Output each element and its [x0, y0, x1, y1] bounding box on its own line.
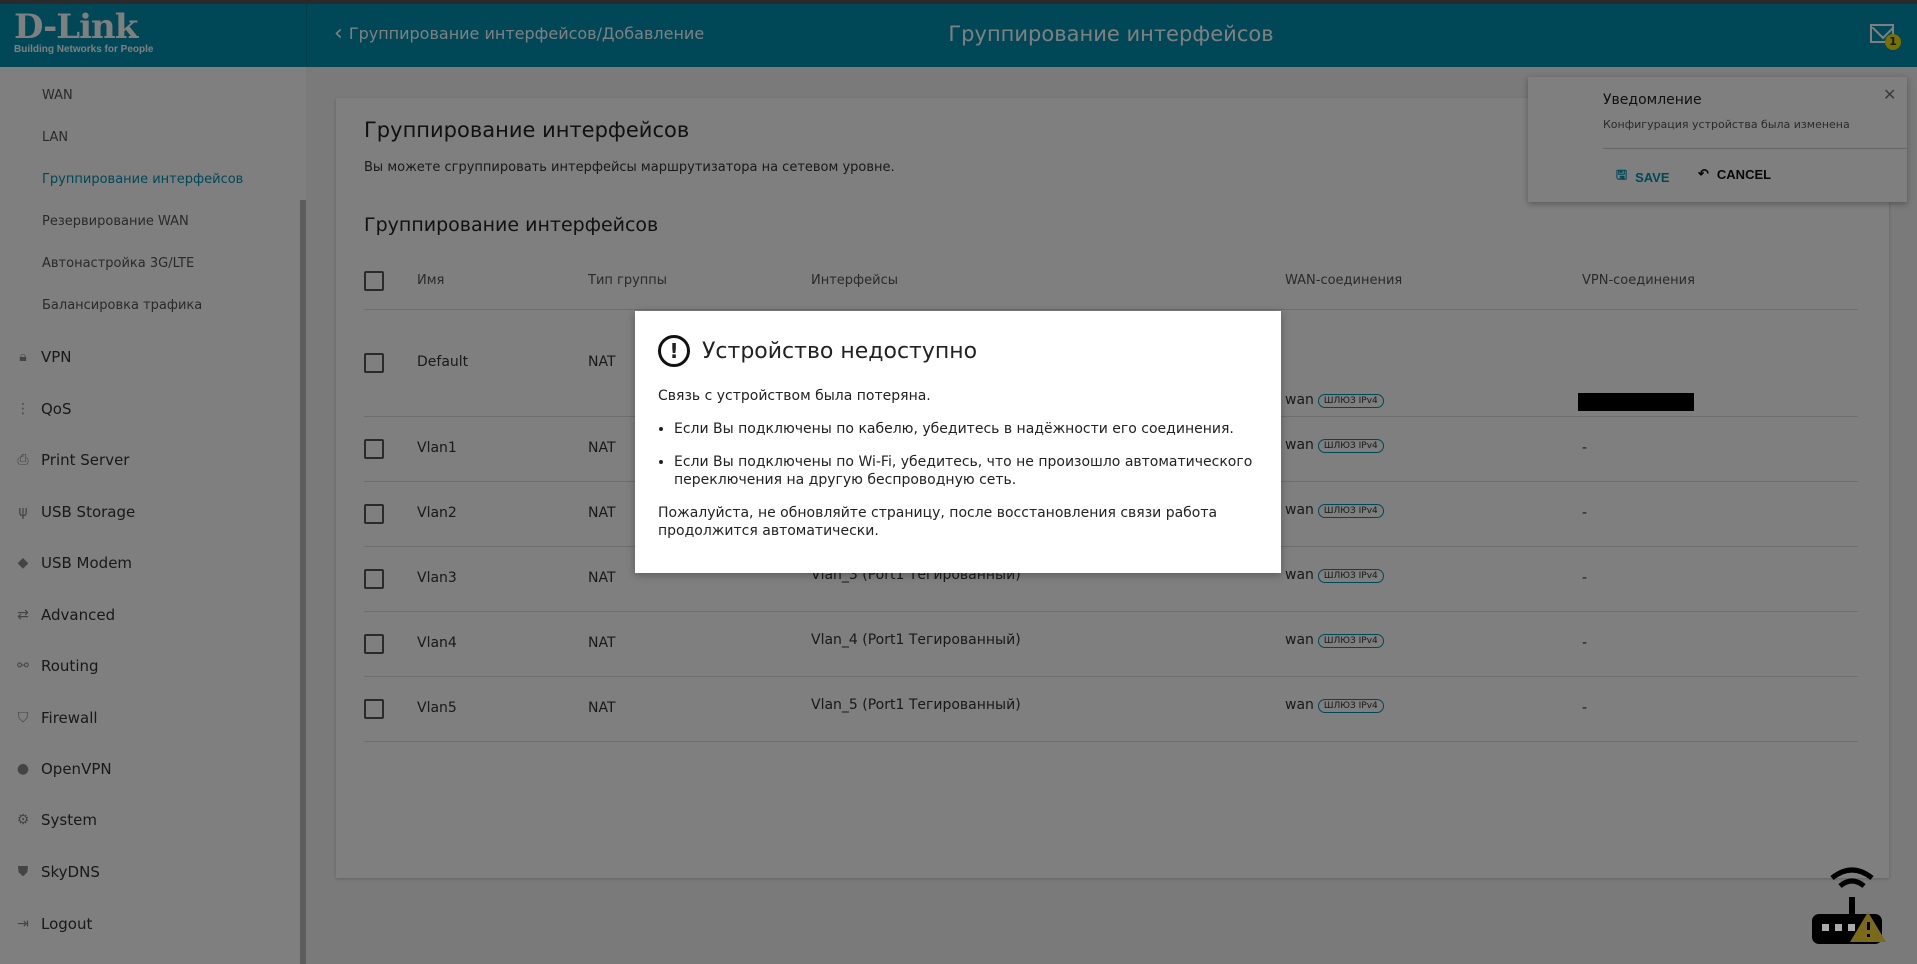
router-warning-icon [1812, 867, 1886, 944]
dialog-footer: Пожалуйста, не обновляйте страницу, посл… [658, 505, 1218, 539]
exclamation-circle-icon: ! [658, 335, 690, 367]
dialog-bullet: Если Вы подключены по Wi-Fi, убедитесь, … [674, 453, 1258, 489]
dialog-title: Устройство недоступно [702, 338, 978, 364]
dialog-lead: Связь с устройством была потеряна. [658, 388, 931, 404]
dialog-bullet: Если Вы подключены по кабелю, убедитесь … [674, 420, 1258, 438]
device-unavailable-dialog: ! Устройство недоступно Связь с устройств… [635, 311, 1281, 573]
